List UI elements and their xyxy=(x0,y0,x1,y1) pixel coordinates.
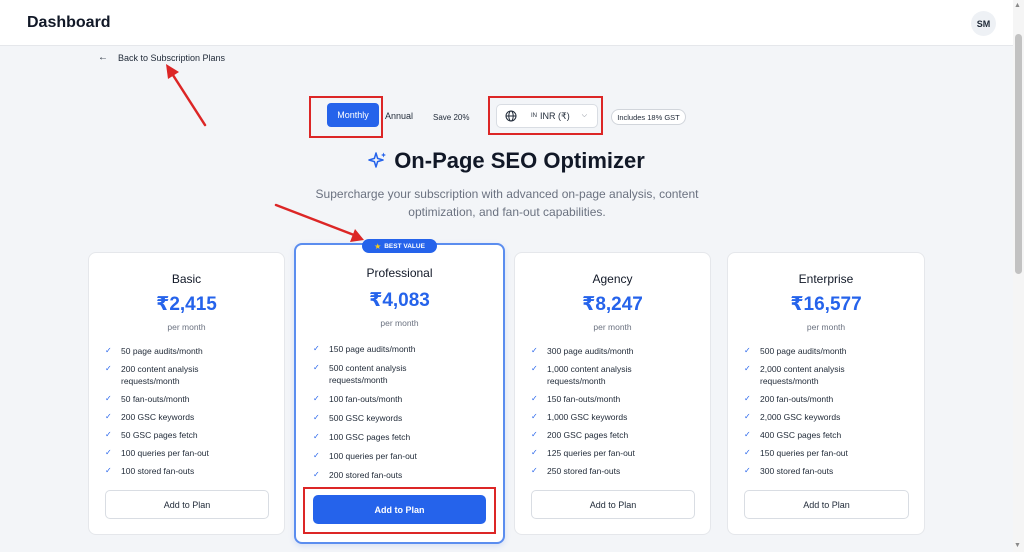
scroll-up-icon[interactable]: ▲ xyxy=(1014,2,1021,9)
scroll-down-icon[interactable]: ▼ xyxy=(1014,542,1021,549)
scrollbar-thumb[interactable] xyxy=(1015,34,1022,274)
annotation-arrows xyxy=(166,64,364,242)
annotation-arrow-badge xyxy=(274,203,364,242)
annotation-arrow-back xyxy=(166,64,207,127)
